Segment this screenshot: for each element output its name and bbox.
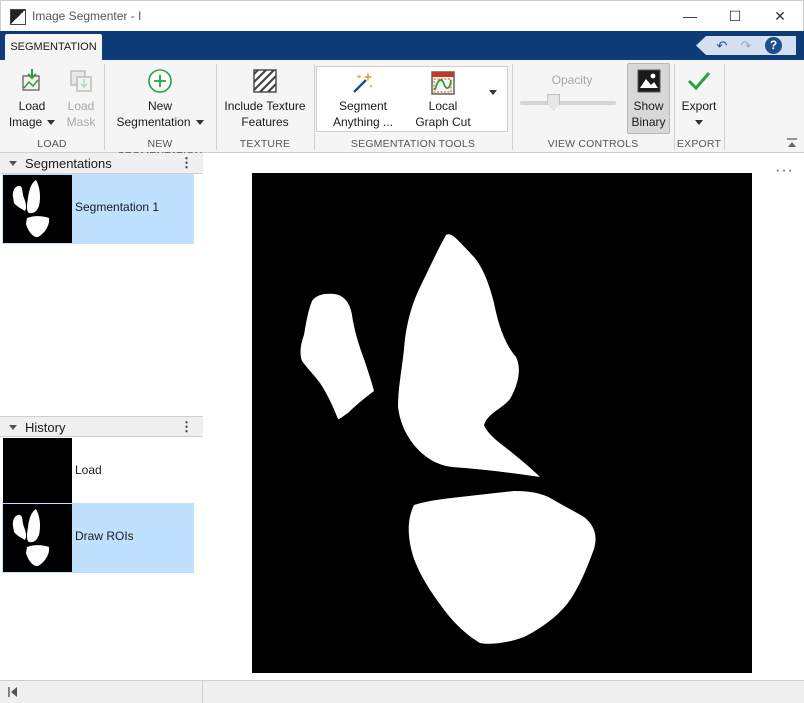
status-bar-left	[0, 681, 203, 703]
segment-anything-button[interactable]: Segment Anything ...	[330, 70, 396, 130]
opacity-label: Opacity	[551, 73, 593, 87]
export-button[interactable]: Export	[678, 68, 720, 130]
redo-icon[interactable]: ↷	[737, 36, 755, 55]
show-binary-label-1: Show	[633, 99, 664, 113]
window-title: Image Segmenter - I	[32, 9, 142, 23]
opacity-slider-track[interactable]	[520, 101, 616, 105]
segmentation-canvas[interactable]	[252, 173, 752, 673]
history-panel-title: History	[25, 420, 66, 435]
section-label-texture: TEXTURE	[239, 138, 291, 150]
image-view: ···	[203, 153, 804, 680]
load-image-icon	[22, 69, 40, 91]
load-mask-label-1: Load	[67, 99, 95, 113]
section-label-export: EXPORT	[676, 138, 722, 150]
more-options-icon[interactable]: ···	[775, 162, 794, 180]
history-list: Load Draw ROIs	[0, 437, 203, 680]
help-icon[interactable]: ?	[765, 37, 782, 54]
toolstrip: Load Image Load Mask LOAD New Segmentati…	[0, 60, 804, 162]
load-image-label-2: Image	[8, 115, 43, 129]
segment-anything-label-1: Segment	[338, 99, 388, 113]
chevron-down-icon	[695, 120, 703, 126]
app-icon	[10, 9, 26, 25]
history-label: Load	[75, 463, 102, 477]
history-label: Draw ROIs	[75, 529, 134, 543]
load-image-label-1: Load	[18, 99, 46, 113]
graph-cut-icon	[431, 71, 455, 95]
local-graph-cut-button[interactable]: Local Graph Cut	[410, 70, 476, 130]
tab-segmentation[interactable]: SEGMENTATION	[5, 34, 102, 60]
maximize-button[interactable]: ☐	[726, 7, 744, 25]
collapse-triangle-icon[interactable]	[9, 161, 17, 166]
ribbon-tab-bar: SEGMENTATION ↶ ↷ ?	[0, 31, 804, 60]
load-mask-icon	[70, 70, 92, 92]
section-label-load: LOAD	[37, 138, 67, 150]
minimize-button[interactable]: —	[681, 7, 699, 25]
local-graph-cut-label-1: Local	[428, 99, 458, 113]
history-thumbnail	[3, 438, 72, 506]
segmentations-panel-title: Segmentations	[25, 156, 112, 171]
new-segmentation-label-1: New	[147, 99, 172, 113]
magic-wand-icon	[353, 72, 373, 93]
collapse-panel-icon[interactable]	[8, 686, 18, 698]
collapse-toolstrip-icon[interactable]	[786, 138, 798, 148]
section-label-view-controls: VIEW CONTROLS	[547, 138, 639, 150]
quick-access-toolbar: ↶ ↷ ?	[696, 36, 796, 55]
segmentations-list: Segmentation 1	[0, 174, 203, 416]
new-segmentation-button[interactable]: New Segmentation	[112, 68, 208, 130]
load-image-button[interactable]: Load Image	[6, 68, 58, 130]
show-binary-label-2: Binary	[631, 115, 666, 129]
opacity-slider-thumb[interactable]	[547, 94, 561, 110]
add-circle-icon	[148, 69, 172, 93]
more-options-icon[interactable]: ⋮	[180, 155, 193, 171]
segmentation-thumbnail	[3, 175, 72, 243]
history-item[interactable]: Draw ROIs	[2, 503, 194, 573]
history-panel-header[interactable]: History ⋮	[0, 416, 203, 437]
include-texture-label-1: Include Texture	[224, 99, 306, 113]
show-binary-content: Show Binary	[627, 68, 670, 130]
include-texture-button[interactable]: Include Texture Features	[222, 68, 308, 130]
export-label: Export	[681, 99, 717, 113]
section-label-segmentation-tools: SEGMENTATION TOOLS	[350, 138, 476, 150]
load-mask-label-2: Mask	[66, 115, 96, 129]
local-graph-cut-label-2: Graph Cut	[415, 115, 471, 129]
left-panel: Segmentations ⋮ Segmentation 1 History ⋮…	[0, 153, 203, 680]
collapse-triangle-icon[interactable]	[9, 425, 17, 430]
checkmark-icon	[687, 72, 711, 91]
segmentations-panel-header[interactable]: Segmentations ⋮	[0, 153, 203, 174]
history-item[interactable]: Load	[2, 437, 194, 507]
segmentation-item[interactable]: Segmentation 1	[2, 174, 194, 244]
new-segmentation-label-2: Segmentation	[116, 115, 191, 129]
segmentation-label: Segmentation 1	[75, 200, 160, 214]
title-bar: Image Segmenter - I — ☐ ✕	[0, 0, 804, 31]
more-options-icon[interactable]: ⋮	[180, 419, 193, 435]
segment-anything-label-2: Anything ...	[332, 115, 394, 129]
binary-mask-image	[300, 234, 596, 644]
section-divider	[724, 64, 725, 150]
chevron-down-icon	[195, 120, 204, 126]
status-bar	[0, 680, 804, 703]
include-texture-label-2: Features	[241, 115, 289, 129]
texture-icon	[253, 69, 277, 93]
undo-icon[interactable]: ↶	[713, 36, 731, 55]
history-thumbnail	[3, 504, 72, 572]
gallery-expand-icon[interactable]	[489, 90, 497, 95]
chevron-down-icon	[47, 120, 56, 126]
close-button[interactable]: ✕	[771, 7, 789, 25]
load-mask-button[interactable]: Load Mask	[60, 68, 102, 130]
binary-image-icon	[637, 69, 660, 93]
